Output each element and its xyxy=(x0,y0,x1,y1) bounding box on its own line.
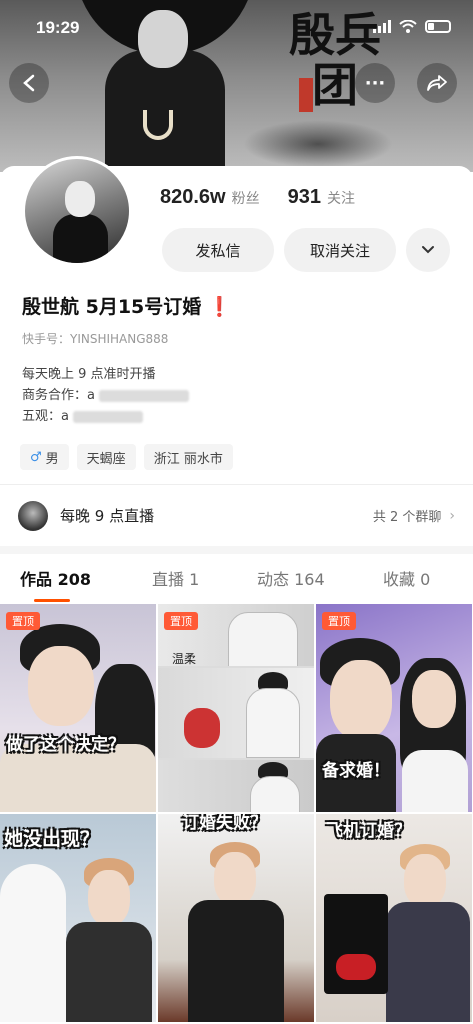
action-row: 发私信 取消关注 xyxy=(162,228,450,272)
wifi-icon xyxy=(399,20,417,33)
group-avatar xyxy=(18,500,48,531)
bio-line-business: 商务合作：a xyxy=(22,385,190,406)
tile-body xyxy=(246,688,300,758)
group-title: 每晚 9 点直播 xyxy=(60,507,155,525)
section-divider xyxy=(0,546,473,554)
profile-tags: ♂ 男 天蝎座 浙江 丽水市 xyxy=(20,444,233,470)
pinned-badge: 置顶 xyxy=(322,612,356,630)
video-tile[interactable]: 她没出现？ xyxy=(0,814,156,1022)
followers-count[interactable]: 820.6w xyxy=(160,186,226,209)
unfollow-button[interactable]: 取消关注 xyxy=(284,228,396,272)
chevron-right-icon: › xyxy=(449,507,455,524)
pinned-badge: 置顶 xyxy=(164,612,198,630)
more-dots-icon: ··· xyxy=(364,72,386,94)
video-tile[interactable]: 置顶 温柔 xyxy=(158,604,314,812)
red-roses xyxy=(336,954,376,980)
tile-body xyxy=(228,612,298,666)
gender-label: 男 xyxy=(45,451,59,467)
back-button[interactable] xyxy=(9,63,49,103)
share-arrow-icon xyxy=(427,75,447,91)
tile-face xyxy=(28,646,94,726)
tile-face xyxy=(330,660,392,740)
video-caption: 订婚失败？ xyxy=(182,814,267,833)
profile-card: 820.6w 粉丝 931 关注 发私信 取消关注 殷世航 5月15号订婚 ❗ … xyxy=(0,156,473,546)
expand-button[interactable] xyxy=(406,228,450,272)
tile-face xyxy=(214,852,256,906)
video-caption: 飞机订婚？ xyxy=(326,821,411,841)
tab-favorites[interactable]: 收藏 0 xyxy=(383,566,430,590)
location-tag[interactable]: 浙江 丽水市 xyxy=(143,444,233,470)
video-tile[interactable]: 订婚失败？ xyxy=(158,814,314,1022)
tile-face xyxy=(404,854,446,908)
chevron-down-icon xyxy=(422,246,434,254)
works-grid: 置顶 做了这个决定？ 置顶 温柔 置顶 备求婚！ 她没出现？ 订婚失败？ 飞机订… xyxy=(0,604,473,1024)
following-count[interactable]: 931 xyxy=(288,186,321,209)
group-chat-row[interactable]: 每晚 9 点直播 共 2 个群聊 › xyxy=(0,484,473,546)
video-tile[interactable]: 置顶 做了这个决定？ xyxy=(0,604,156,812)
group-count: 共 2 个群聊 xyxy=(372,510,442,525)
more-button[interactable]: ··· xyxy=(355,63,395,103)
zodiac-tag: 天蝎座 xyxy=(76,444,136,470)
tile-face xyxy=(88,870,130,926)
red-gift xyxy=(184,708,220,748)
following-label[interactable]: 关注 xyxy=(327,188,355,208)
wedding-dress xyxy=(0,864,66,1022)
gender-tag: ♂ 男 xyxy=(20,444,69,470)
tile-body xyxy=(188,900,284,1022)
profile-stats: 820.6w 粉丝 931 关注 xyxy=(160,186,377,209)
avatar-body xyxy=(53,214,108,263)
blurred-text xyxy=(73,410,144,423)
collage-cell xyxy=(158,760,314,812)
male-icon: ♂ xyxy=(30,449,42,465)
status-icons xyxy=(373,20,451,33)
signal-icon xyxy=(373,20,391,33)
avatar[interactable] xyxy=(22,156,132,266)
bio-wuguan-label: 五观： xyxy=(22,409,62,424)
content-tabs: 作品 208 直播 1 动态 164 收藏 0 xyxy=(0,554,473,602)
tab-live[interactable]: 直播 1 xyxy=(152,566,199,590)
tile-body xyxy=(66,922,152,1022)
exclamation-icon: ❗ xyxy=(207,296,232,318)
back-arrow-icon xyxy=(23,74,35,92)
banner-head xyxy=(138,10,188,68)
umbrella-handle xyxy=(143,110,173,140)
video-caption: 做了这个决定？ xyxy=(6,735,125,755)
bio-line-schedule: 每天晚上 9 点准时开播 xyxy=(22,367,156,382)
bio: 每天晚上 9 点准时开播 商务合作：a 五观：a xyxy=(22,364,190,427)
tile-body xyxy=(402,750,468,812)
tile-body xyxy=(250,776,300,812)
share-button[interactable] xyxy=(417,63,457,103)
status-time: 19:29 xyxy=(36,18,80,37)
followers-label[interactable]: 粉丝 xyxy=(232,188,260,208)
tile-body xyxy=(386,902,470,1022)
tile-face xyxy=(412,670,456,728)
bio-business-value: a xyxy=(87,388,95,403)
video-caption: 温柔 xyxy=(172,652,197,666)
nickname: 殷世航 5月15号订婚 ❗ xyxy=(22,292,232,319)
bio-line-wuguan: 五观：a xyxy=(22,406,189,427)
video-caption: 备求婚！ xyxy=(322,761,390,781)
bio-business-label: 商务合作： xyxy=(22,388,88,403)
nickname-text: 殷世航 5月15号订婚 xyxy=(22,296,202,318)
tab-moments[interactable]: 动态 164 xyxy=(257,566,325,590)
ink-splash xyxy=(243,120,393,168)
tab-works[interactable]: 作品 208 xyxy=(20,566,91,602)
blurred-text xyxy=(99,389,190,402)
kuaishou-id[interactable]: 快手号：YINSHIHANG888 xyxy=(22,330,168,347)
message-button[interactable]: 发私信 xyxy=(162,228,274,272)
video-tile[interactable]: 飞机订婚？ xyxy=(316,814,472,1022)
video-tile[interactable]: 置顶 备求婚！ xyxy=(316,604,472,812)
battery-icon xyxy=(425,20,451,33)
avatar-head xyxy=(65,181,95,217)
video-caption: 她没出现？ xyxy=(4,828,100,850)
collage-cell xyxy=(158,668,314,758)
pinned-badge: 置顶 xyxy=(6,612,40,630)
bio-wuguan-value: a xyxy=(61,409,69,424)
